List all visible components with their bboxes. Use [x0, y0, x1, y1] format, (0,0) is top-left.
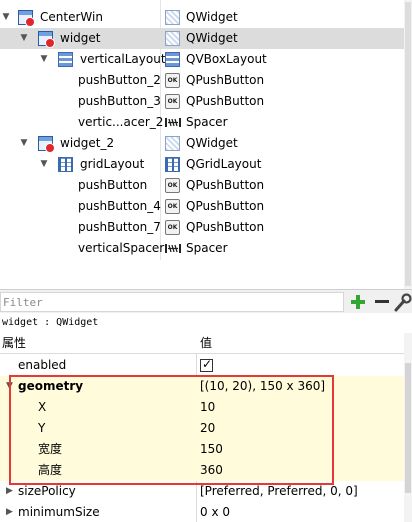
- tree-row-pushbutton-4[interactable]: pushButton_4 OK QPushButton: [0, 196, 404, 217]
- header-value: 值: [200, 336, 213, 350]
- filter-input[interactable]: [0, 292, 344, 312]
- window-icon: [38, 31, 55, 48]
- enabled-checkbox[interactable]: [200, 357, 213, 372]
- object-name: gridLayout: [80, 157, 145, 171]
- wrench-icon: [394, 293, 412, 312]
- window-icon: [38, 136, 55, 153]
- expand-arrow-icon[interactable]: ▼: [38, 49, 50, 70]
- expand-arrow-icon[interactable]: ▶: [6, 502, 13, 522]
- object-name: pushButton_2: [78, 73, 161, 87]
- property-row-enabled[interactable]: enabled: [0, 355, 404, 376]
- add-property-button[interactable]: [348, 292, 368, 312]
- tree-row-pushbutton-2[interactable]: pushButton_2 OK QPushButton: [0, 70, 404, 91]
- object-class: QWidget: [186, 136, 238, 150]
- expand-arrow-icon[interactable]: ▼: [18, 133, 30, 154]
- object-inspector-tree: ▼ CenterWin QWidget ▼ widget QWidget ▼ v…: [0, 0, 412, 289]
- property-row-minimumsize[interactable]: ▶ minimumSize 0 x 0: [0, 502, 404, 522]
- object-class: Spacer: [186, 115, 228, 129]
- object-class: QPushButton: [186, 73, 265, 87]
- scrollbar-thumb[interactable]: [405, 363, 411, 493]
- pushbutton-icon: OK: [165, 178, 180, 193]
- highlight-box: [9, 375, 334, 485]
- object-class: Spacer: [186, 241, 228, 255]
- object-name: widget: [60, 31, 101, 45]
- object-class: QPushButton: [186, 199, 265, 213]
- tree-row-gridlayout[interactable]: ▼ gridLayout QGridLayout: [0, 154, 404, 175]
- filter-bar: [0, 289, 412, 313]
- tree-scrollbar[interactable]: [404, 0, 412, 289]
- remove-property-button[interactable]: [372, 292, 392, 312]
- vbox-layout-icon: [58, 52, 73, 67]
- expand-arrow-icon[interactable]: ▼: [0, 7, 12, 28]
- window-icon: [18, 10, 35, 27]
- object-name: widget_2: [60, 136, 115, 150]
- property-scrollbar[interactable]: [404, 333, 412, 522]
- pushbutton-icon: OK: [165, 73, 180, 88]
- scrollbar-thumb[interactable]: [405, 2, 411, 286]
- property-name: minimumSize: [18, 505, 100, 519]
- property-value[interactable]: 0 x 0: [200, 502, 230, 522]
- minus-icon: [375, 300, 389, 303]
- widget-icon: [165, 10, 180, 25]
- property-header: 属性 值: [0, 333, 404, 354]
- expand-arrow-icon[interactable]: ▼: [18, 28, 30, 49]
- object-name: CenterWin: [40, 10, 103, 24]
- spacer-icon: [165, 241, 181, 256]
- property-editor: 属性 值 enabled ▼ geometry [(10, 20), 150 x…: [0, 333, 412, 522]
- tree-row-pushbutton-7[interactable]: pushButton_7 OK QPushButton: [0, 217, 404, 238]
- object-class: QPushButton: [186, 178, 265, 192]
- object-class: QPushButton: [186, 94, 265, 108]
- tree-row-pushbutton[interactable]: pushButton OK QPushButton: [0, 175, 404, 196]
- spacer-icon: [165, 115, 181, 130]
- configure-button[interactable]: [394, 292, 412, 312]
- widget-icon: [165, 136, 180, 151]
- tree-row-verticallayout[interactable]: ▼ verticalLayout QVBoxLayout: [0, 49, 404, 70]
- pushbutton-icon: OK: [165, 94, 180, 109]
- object-name: pushButton_4: [78, 199, 161, 213]
- object-class: QGridLayout: [186, 157, 262, 171]
- expand-arrow-icon[interactable]: ▼: [38, 154, 50, 175]
- tree-row-verticalspacer-2[interactable]: vertic...acer_2 Spacer: [0, 112, 404, 133]
- pushbutton-icon: OK: [165, 220, 180, 235]
- object-name: pushButton_3: [78, 94, 161, 108]
- tree-row-centerwin[interactable]: ▼ CenterWin QWidget: [0, 7, 404, 28]
- object-name: verticalLayout: [80, 52, 166, 66]
- object-name: pushButton: [78, 178, 148, 192]
- property-name: enabled: [18, 358, 67, 372]
- object-name: pushButton_7: [78, 220, 161, 234]
- tree-row-widget[interactable]: ▼ widget QWidget: [0, 28, 404, 49]
- object-name: vertic...acer_2: [78, 115, 164, 129]
- tree-row-widget-2[interactable]: ▼ widget_2 QWidget: [0, 133, 404, 154]
- tree-row-pushbutton-3[interactable]: pushButton_3 OK QPushButton: [0, 91, 404, 112]
- header-property: 属性: [2, 336, 27, 350]
- object-class: QWidget: [186, 31, 238, 45]
- tree-row-verticalspacer[interactable]: verticalSpacer Spacer: [0, 238, 404, 259]
- plus-icon: [351, 295, 365, 309]
- selected-object-label: widget : QWidget: [0, 313, 412, 333]
- vbox-layout-icon: [165, 52, 180, 67]
- object-class: QVBoxLayout: [186, 52, 267, 66]
- grid-layout-icon: [165, 157, 180, 172]
- pushbutton-icon: OK: [165, 199, 180, 214]
- object-name: verticalSpacer: [78, 241, 165, 255]
- grid-layout-icon: [58, 157, 73, 172]
- widget-icon: [165, 31, 180, 46]
- object-class: QPushButton: [186, 220, 265, 234]
- object-class: QWidget: [186, 10, 238, 24]
